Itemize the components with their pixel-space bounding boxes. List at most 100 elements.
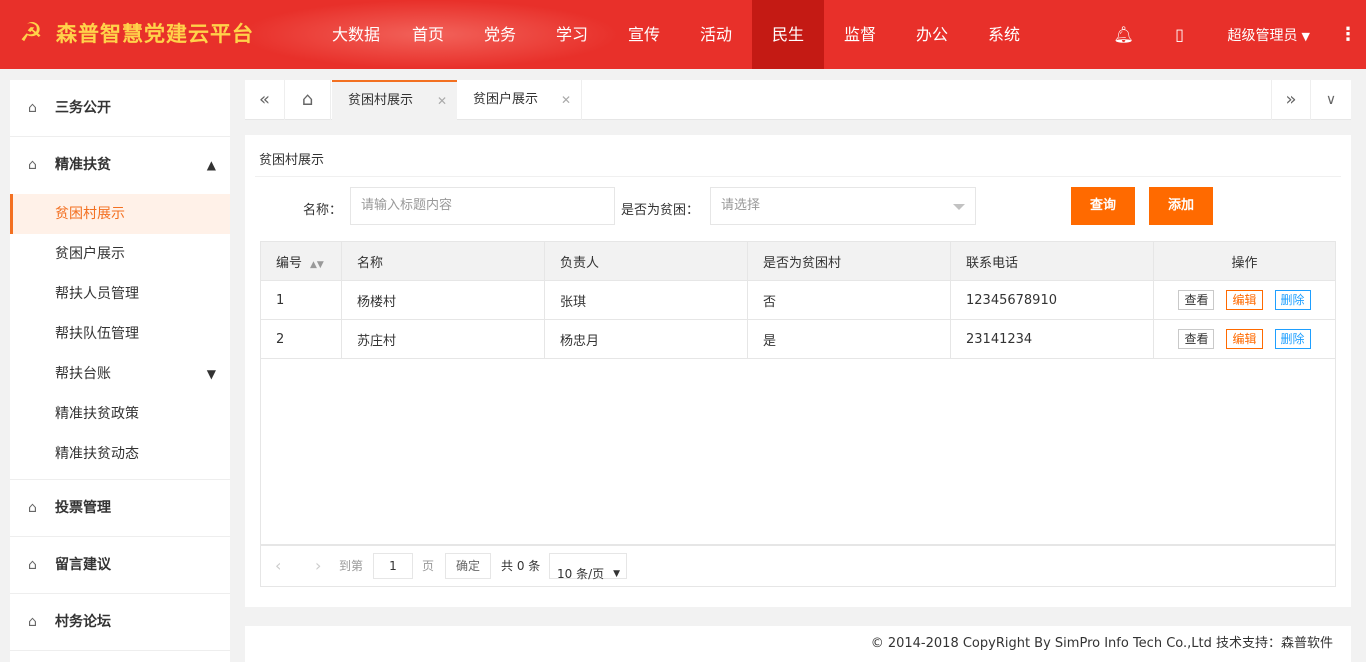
mobile-icon[interactable]: ▯ (1152, 25, 1208, 44)
cell-phone: 23141234 (950, 319, 1154, 359)
table-row: 2 苏庄村 杨忠月 是 23141234 查看 编辑 删除 (260, 319, 1336, 359)
sidebar-item-policy[interactable]: 精准扶贫政策 (10, 394, 230, 434)
nav-item-publicity[interactable]: 宣传 (608, 0, 680, 69)
cell-name: 杨楼村 (341, 280, 545, 320)
page-number-input[interactable]: 1 (373, 553, 413, 579)
cell-name: 苏庄村 (341, 319, 545, 359)
col-header-id[interactable]: 编号 ▲▼ (260, 241, 342, 281)
sidebar-item-team-management[interactable]: 帮扶队伍管理 (10, 314, 230, 354)
scroll-right-icon[interactable]: » (1271, 80, 1311, 120)
page-size-value: 10 条/页 (557, 567, 605, 581)
sidebar-group-three-affairs[interactable]: ⌂ 三务公开 (10, 80, 230, 137)
query-button[interactable]: 查询 (1071, 187, 1135, 225)
close-icon[interactable]: ✕ (561, 80, 571, 120)
sidebar-item-poor-village[interactable]: 贫困村展示 (10, 194, 230, 234)
user-name: 超级管理员 (1227, 27, 1298, 44)
delete-button[interactable]: 删除 (1274, 329, 1311, 349)
main-panel: 贫困村展示 名称： 请输入标题内容 是否为贫困： 请选择 查询 添加 编号 ▲▼ … (245, 135, 1351, 607)
nav-item-bigdata[interactable]: 大数据 (320, 0, 392, 69)
confirm-page-button[interactable]: 确定 (445, 553, 491, 579)
app-logo[interactable]: ☭ 森普智慧党建云平台 (16, 18, 254, 48)
edit-button[interactable]: 编辑 (1226, 329, 1263, 349)
add-button[interactable]: 添加 (1149, 187, 1213, 225)
pagination: ‹ › 到第 1 页 确定 共 0 条 10 条/页 ▼ (260, 545, 1336, 587)
poor-select[interactable]: 请选择 (710, 187, 976, 225)
poor-label: 是否为贫困： (621, 203, 700, 218)
name-search-input[interactable]: 请输入标题内容 (350, 187, 615, 225)
panel-title: 贫困村展示 (259, 153, 325, 168)
page-size-select[interactable]: 10 条/页 ▼ (549, 553, 627, 581)
sort-icon[interactable]: ▲▼ (310, 260, 324, 270)
caret-down-icon: ▼ (613, 569, 620, 579)
view-button[interactable]: 查看 (1178, 290, 1215, 310)
cell-id: 1 (260, 280, 342, 320)
home-icon: ⌂ (28, 500, 37, 516)
home-icon: ⌂ (28, 100, 37, 116)
sidebar-group-label: 留言建议 (55, 557, 111, 573)
col-header-ops: 操作 (1153, 241, 1336, 281)
nav-item-supervision[interactable]: 监督 (824, 0, 896, 69)
poor-select-value: 请选择 (721, 198, 761, 213)
bell-icon[interactable]: 🔔︎ (1096, 25, 1152, 44)
sidebar-item-label: 帮扶台账 (55, 366, 111, 382)
tab-label: 贫困村展示 (348, 93, 414, 108)
cell-ops: 查看 编辑 删除 (1153, 319, 1336, 359)
prev-page-icon[interactable]: ‹ (275, 546, 281, 586)
next-page-icon[interactable]: › (315, 546, 321, 586)
sidebar: ⌂ 三务公开 ⌂ 精准扶贫 ▲ 贫困村展示 贫困户展示 帮扶人员管理 帮扶队伍管理 帮… (10, 80, 230, 662)
tab-label: 贫困户展示 (473, 92, 539, 107)
sidebar-group-label: 三务公开 (55, 100, 111, 116)
nav-item-livelihood[interactable]: 民生 (752, 0, 824, 69)
sidebar-group-poverty[interactable]: ⌂ 精准扶贫 ▲ (10, 137, 230, 194)
sidebar-group-voting[interactable]: ⌂ 投票管理 (10, 480, 230, 537)
party-emblem-icon: ☭ (19, 18, 43, 48)
page-label: 页 (422, 559, 435, 573)
total-count: 共 0 条 (501, 559, 541, 573)
view-button[interactable]: 查看 (1178, 329, 1215, 349)
caret-down-icon: ▼ (206, 367, 216, 381)
sidebar-item-helper-management[interactable]: 帮扶人员管理 (10, 274, 230, 314)
sidebar-group-suggestions[interactable]: ⌂ 留言建议 (10, 537, 230, 594)
nav-item-activity[interactable]: 活动 (680, 0, 752, 69)
delete-button[interactable]: 删除 (1274, 290, 1311, 310)
nav-item-office[interactable]: 办公 (896, 0, 968, 69)
col-header-label: 编号 (276, 255, 303, 271)
cell-leader: 张琪 (544, 280, 748, 320)
sidebar-group-label: 村务论坛 (55, 614, 111, 630)
close-icon[interactable]: ✕ (437, 82, 447, 120)
tab-poor-village[interactable]: 贫困村展示 ✕ (332, 80, 457, 120)
sidebar-group-forum[interactable]: ⌂ 村务论坛 (10, 594, 230, 651)
table-empty-area (260, 359, 1336, 545)
tab-poor-household[interactable]: 贫困户展示 ✕ (457, 80, 582, 120)
nav-item-party-affairs[interactable]: 党务 (464, 0, 536, 69)
chevron-down-icon[interactable]: ∨ (1311, 80, 1351, 120)
nav-item-study[interactable]: 学习 (536, 0, 608, 69)
col-header-phone: 联系电话 (950, 241, 1154, 281)
table-header-row: 编号 ▲▼ 名称 负责人 是否为贫困村 联系电话 操作 (260, 241, 1336, 281)
sidebar-group-label: 投票管理 (55, 500, 111, 516)
caret-down-icon: ▼ (1301, 29, 1310, 43)
col-header-leader: 负责人 (544, 241, 748, 281)
user-menu[interactable]: 超级管理员 ▼ (1208, 25, 1330, 45)
sidebar-item-ledger[interactable]: 帮扶台账 ▼ (10, 354, 230, 394)
nav-item-system[interactable]: 系统 (968, 0, 1040, 69)
sidebar-item-news[interactable]: 精准扶贫动态 (10, 434, 230, 480)
main-nav: 大数据 首页 党务 学习 宣传 活动 民生 监督 办公 系统 (320, 0, 1040, 69)
edit-button[interactable]: 编辑 (1226, 290, 1263, 310)
cell-is-poor: 否 (747, 280, 951, 320)
data-table: 编号 ▲▼ 名称 负责人 是否为贫困村 联系电话 操作 1 杨楼村 张琪 否 12… (260, 241, 1336, 359)
cell-is-poor: 是 (747, 319, 951, 359)
tab-bar: « ⌂ 贫困村展示 ✕ 贫困户展示 ✕ » ∨ (245, 80, 1351, 120)
scroll-left-icon[interactable]: « (245, 80, 285, 120)
caret-down-icon (953, 204, 965, 210)
sidebar-item-poor-household[interactable]: 贫困户展示 (10, 234, 230, 274)
col-header-is-poor: 是否为贫困村 (747, 241, 951, 281)
goto-label: 到第 (339, 559, 364, 573)
col-header-name: 名称 (341, 241, 545, 281)
cell-phone: 12345678910 (950, 280, 1154, 320)
more-vertical-icon[interactable]: ⋮ (1330, 24, 1366, 45)
nav-item-home[interactable]: 首页 (392, 0, 464, 69)
app-title: 森普智慧党建云平台 (56, 22, 254, 46)
home-tab-icon[interactable]: ⌂ (285, 80, 331, 120)
sidebar-group-label: 精准扶贫 (55, 157, 111, 173)
